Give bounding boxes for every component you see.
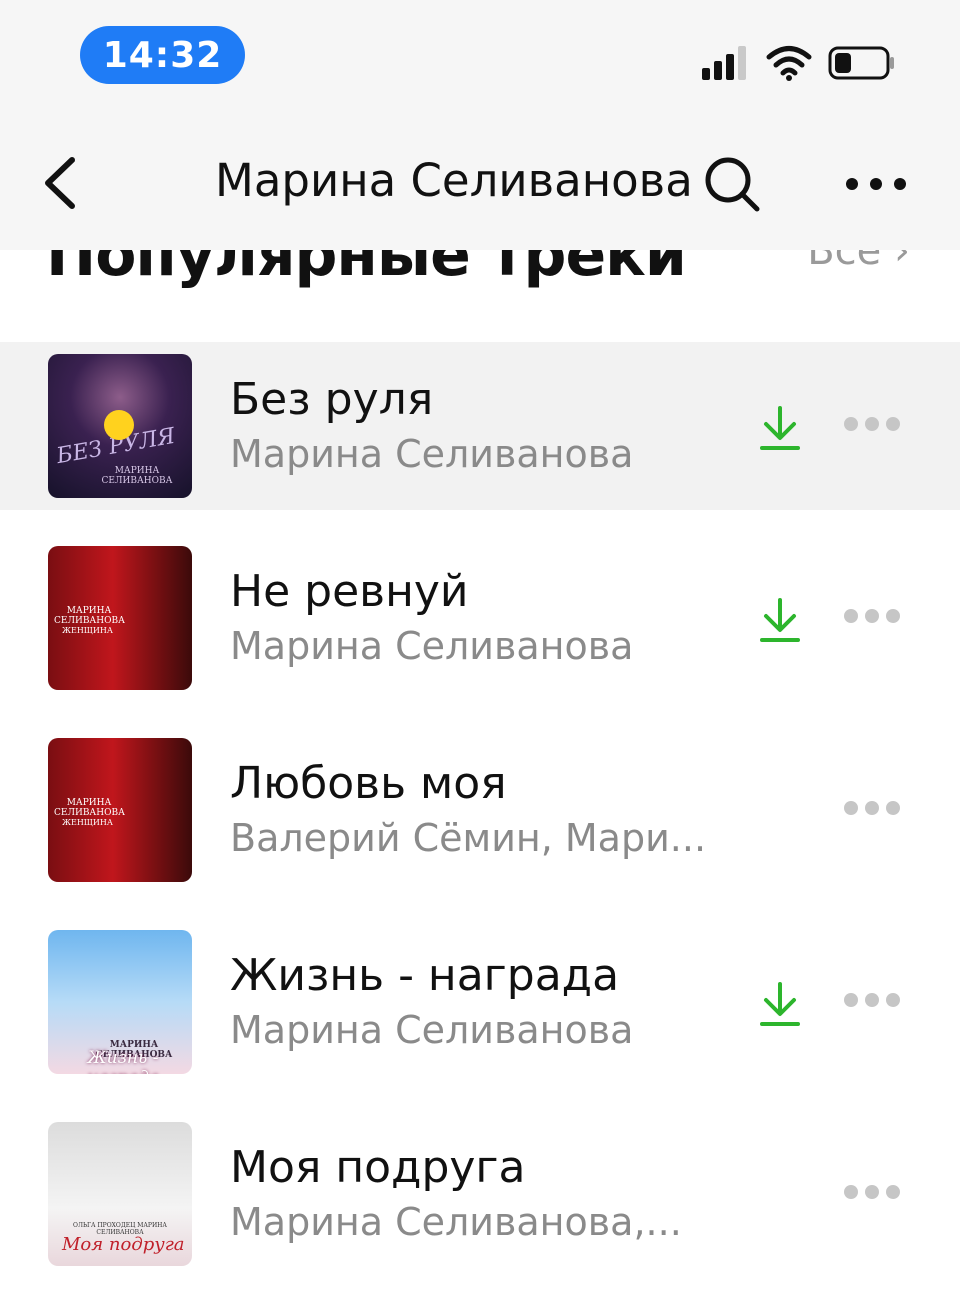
track-more-icon[interactable] bbox=[844, 608, 908, 628]
cover-subtitle: ЖЕНЩИНА bbox=[62, 626, 113, 635]
track-more-icon[interactable] bbox=[844, 416, 908, 436]
track-title: Моя подруга bbox=[230, 1142, 526, 1193]
nav-bar: Марина Селиванова bbox=[0, 120, 960, 240]
search-icon[interactable] bbox=[702, 154, 762, 214]
track-title: Не ревнуй bbox=[230, 566, 469, 617]
track-list: БЕЗ РУЛЯ МАРИНА СЕЛИВАНОВА Без руля Мари… bbox=[0, 342, 960, 1295]
track-row[interactable]: МАРИНА СЕЛИВАНОВА ЖЕНЩИНА Не ревнуй Мари… bbox=[0, 534, 960, 726]
status-time: 14:32 bbox=[80, 26, 245, 84]
now-playing-indicator bbox=[104, 410, 134, 440]
download-icon bbox=[760, 982, 800, 1026]
cover-title: МАРИНА СЕЛИВАНОВА bbox=[54, 798, 125, 818]
download-icon bbox=[760, 406, 800, 450]
page-title: Марина Селиванова bbox=[215, 154, 693, 207]
track-artist: Валерий Сёмин, Мари... bbox=[230, 816, 707, 860]
track-row[interactable]: ОЛЬГА ПРОХОДЕЦ МАРИНА СЕЛИВАНОВА Моя под… bbox=[0, 1110, 960, 1295]
track-artist: Марина Селиванова bbox=[230, 624, 634, 668]
cover-subtitle: Моя подруга bbox=[62, 1234, 185, 1255]
track-more-icon[interactable] bbox=[844, 1184, 908, 1204]
track-more-icon[interactable] bbox=[844, 800, 908, 820]
signal-icon bbox=[702, 46, 746, 80]
battery-icon bbox=[828, 46, 894, 80]
track-row[interactable]: БЕЗ РУЛЯ МАРИНА СЕЛИВАНОВА Без руля Мари… bbox=[0, 342, 960, 510]
wifi-icon bbox=[766, 46, 812, 81]
cover-title: МАРИНА СЕЛИВАНОВА bbox=[54, 606, 125, 626]
download-icon bbox=[760, 598, 800, 642]
track-title: Без руля bbox=[230, 374, 434, 425]
status-bar: 14:32 bbox=[0, 0, 960, 110]
track-row[interactable]: МАРИНА СЕЛИВАНОВА ЖЕНЩИНА Любовь моя Вал… bbox=[0, 726, 960, 918]
album-cover: МАРИНА СЕЛИВАНОВА ЖЕНЩИНА bbox=[48, 546, 192, 690]
top-bar: 14:32 Марина Селиванова bbox=[0, 0, 960, 250]
track-title: Жизнь - награда bbox=[230, 950, 620, 1001]
track-title: Любовь моя bbox=[230, 758, 507, 809]
cover-subtitle: МАРИНА СЕЛИВАНОВА bbox=[101, 466, 173, 486]
track-artist: Марина Селиванова,... bbox=[230, 1200, 682, 1244]
album-cover: МАРИНА СЕЛИВАНОВА ЖЕНЩИНА bbox=[48, 738, 192, 882]
track-row[interactable]: МАРИНА СЕЛИВАНОВА Жизнь - награда Жизнь … bbox=[0, 918, 960, 1110]
track-more-icon[interactable] bbox=[844, 992, 908, 1012]
cover-subtitle: ЖЕНЩИНА bbox=[62, 818, 113, 827]
more-icon[interactable] bbox=[840, 164, 912, 204]
track-artist: Марина Селиванова bbox=[230, 432, 634, 476]
track-artist: Марина Селиванова bbox=[230, 1008, 634, 1052]
cover-subtitle: Жизнь - награда bbox=[87, 1048, 159, 1074]
back-chevron-icon[interactable] bbox=[36, 150, 86, 216]
album-cover: ОЛЬГА ПРОХОДЕЦ МАРИНА СЕЛИВАНОВА Моя под… bbox=[48, 1122, 192, 1266]
album-cover: БЕЗ РУЛЯ МАРИНА СЕЛИВАНОВА bbox=[48, 354, 192, 498]
album-cover: МАРИНА СЕЛИВАНОВА Жизнь - награда bbox=[48, 930, 192, 1074]
